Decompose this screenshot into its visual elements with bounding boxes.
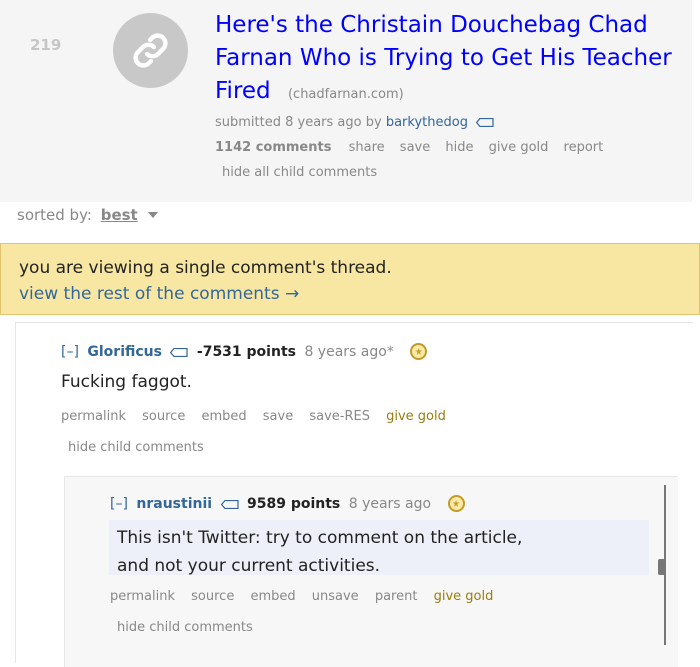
comment-body-line: and not your current activities. — [117, 556, 381, 576]
child-comment: [–] nraustinii 9589 points 8 years ago T… — [64, 476, 678, 667]
save-res-button[interactable]: save-RES — [309, 409, 370, 424]
link-icon — [133, 33, 168, 68]
collapse-button[interactable]: [–] — [110, 496, 128, 512]
submitted-label: submitted — [215, 115, 281, 130]
post-title-link[interactable]: Here's the Christain Douchebag Chad Farn… — [215, 12, 672, 104]
comment-points: 9589 points — [246, 496, 341, 512]
comment-points: -7531 points — [196, 344, 296, 360]
comment-author-link[interactable]: Glorificus — [87, 344, 162, 360]
embed-button[interactable]: embed — [250, 589, 295, 604]
comment-header: [–] Glorificus -7531 points 8 years ago* — [61, 343, 428, 360]
post-buttons: 1142 comments share save hide give gold … — [215, 140, 614, 155]
gild-icon[interactable] — [410, 343, 428, 360]
post-author-link[interactable]: barkythedog — [386, 115, 468, 130]
parent-button[interactable]: parent — [375, 589, 418, 604]
user-tag-icon[interactable] — [476, 118, 494, 127]
post-title-block: Here's the Christain Douchebag Chad Farn… — [215, 9, 675, 111]
comment-body-line: This isn't Twitter: try to comment on th… — [117, 528, 523, 548]
user-tag-icon[interactable] — [220, 500, 239, 509]
permalink-button[interactable]: permalink — [61, 409, 126, 424]
sort-label: sorted by: — [17, 206, 92, 224]
embed-button[interactable]: embed — [201, 409, 246, 424]
sort-bar: sorted by: best — [17, 206, 158, 224]
share-button[interactable]: share — [349, 140, 385, 155]
post-score: 219 — [30, 36, 62, 54]
comment-header: [–] nraustinii 9589 points 8 years ago — [110, 495, 465, 512]
scrollbar[interactable] — [658, 485, 666, 645]
link-thumbnail[interactable] — [113, 13, 188, 88]
chevron-down-icon[interactable] — [147, 212, 158, 218]
save-button[interactable]: save — [263, 409, 293, 424]
by-label: by — [365, 115, 382, 130]
collapse-button[interactable]: [–] — [61, 344, 79, 360]
source-button[interactable]: source — [191, 589, 234, 604]
give-gold-button[interactable]: give gold — [489, 140, 549, 155]
comment-body: Fucking faggot. — [61, 372, 192, 392]
hide-child-comments-button[interactable]: hide child comments — [117, 620, 253, 635]
comment: [–] Glorificus -7531 points 8 years ago*… — [15, 322, 693, 667]
comments-count-link[interactable]: 1142 comments — [215, 140, 331, 155]
sort-dropdown[interactable]: best — [101, 206, 138, 224]
comment-time: 8 years ago — [348, 496, 432, 512]
submitted-time: 8 years ago — [285, 115, 362, 130]
give-gold-button[interactable]: give gold — [386, 409, 446, 424]
view-rest-link[interactable]: view the rest of the comments → — [19, 284, 299, 304]
give-gold-button[interactable]: give gold — [434, 589, 494, 604]
hide-child-comments-button[interactable]: hide child comments — [68, 440, 204, 455]
single-thread-notice: you are viewing a single comment's threa… — [0, 243, 700, 315]
user-tag-icon[interactable] — [170, 348, 189, 357]
gild-icon[interactable] — [447, 495, 465, 512]
post-tagline: submitted 8 years ago by barkythedog — [215, 115, 494, 130]
hide-all-child-comments-button[interactable]: hide all child comments — [222, 165, 377, 180]
comment-author-link[interactable]: nraustinii — [136, 496, 212, 512]
save-button[interactable]: save — [400, 140, 430, 155]
report-button[interactable]: report — [564, 140, 604, 155]
post-domain[interactable]: (chadfarnan.com) — [288, 87, 404, 102]
comment-actions: permalink source embed unsave parent giv… — [110, 589, 505, 604]
permalink-button[interactable]: permalink — [110, 589, 175, 604]
comment-body: This isn't Twitter: try to comment on th… — [117, 524, 647, 580]
comment-time: 8 years ago* — [304, 344, 394, 360]
comment-actions: permalink source embed save save-RES giv… — [61, 409, 458, 424]
hide-button[interactable]: hide — [445, 140, 473, 155]
link-post: 219 Here's the Christain Douchebag Chad … — [0, 0, 692, 202]
notice-text: you are viewing a single comment's threa… — [19, 258, 392, 278]
unsave-button[interactable]: unsave — [312, 589, 359, 604]
source-button[interactable]: source — [142, 409, 185, 424]
